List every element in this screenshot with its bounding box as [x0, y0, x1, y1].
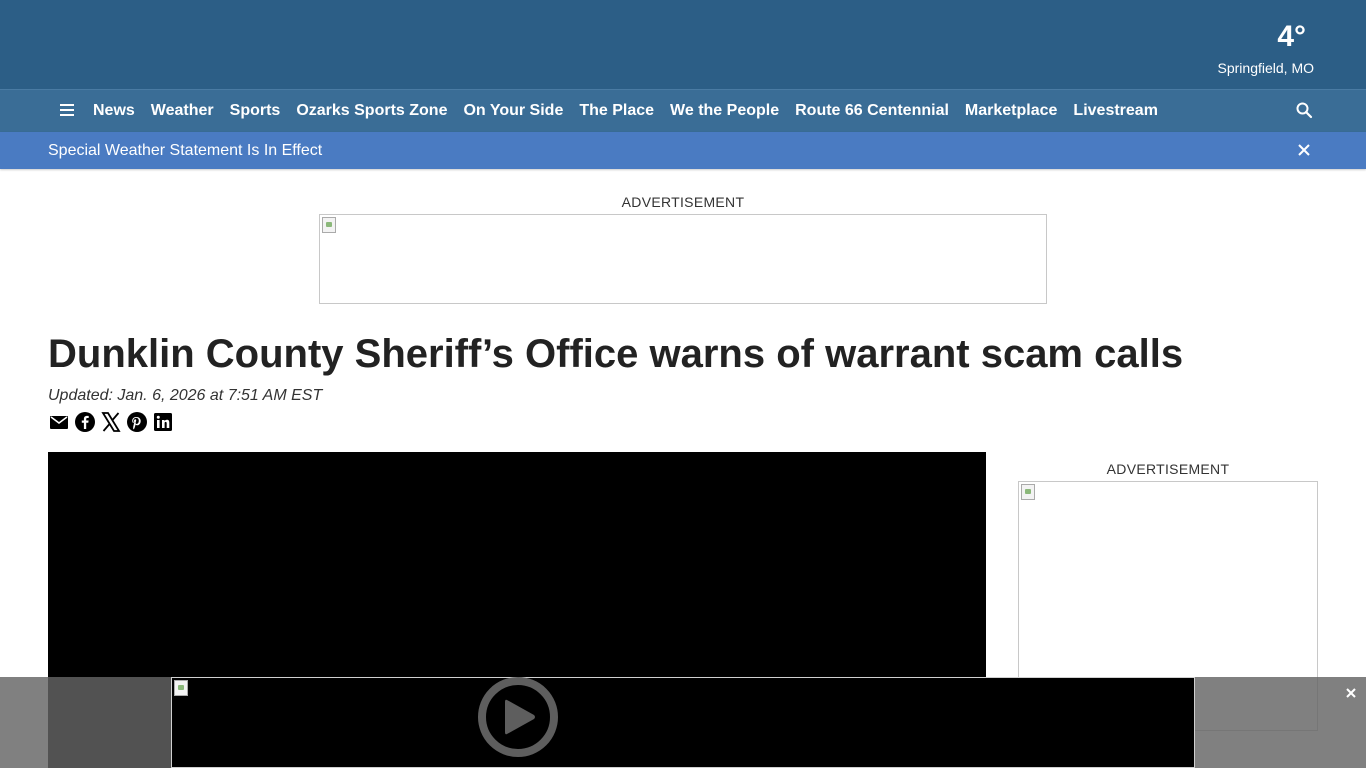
weather-location: Springfield, MO: [1217, 60, 1314, 76]
nav-item-livestream[interactable]: Livestream: [1065, 90, 1166, 132]
broken-image-icon: [1021, 484, 1035, 500]
nav-item-we-the-people[interactable]: We the People: [662, 90, 787, 132]
nav-item-ozarks-sports-zone[interactable]: Ozarks Sports Zone: [288, 90, 455, 132]
nav-items: News Weather Sports Ozarks Sports Zone O…: [85, 90, 1166, 132]
top-ad-slot[interactable]: [319, 214, 1047, 304]
weather-alert-bar[interactable]: Special Weather Statement Is In Effect: [0, 132, 1366, 169]
weather-temperature: 4°: [1277, 20, 1306, 53]
nav-item-sports[interactable]: Sports: [222, 90, 289, 132]
article-headline: Dunklin County Sheriff’s Office warns of…: [48, 332, 1184, 376]
x-icon[interactable]: [100, 411, 122, 433]
play-icon[interactable]: [477, 676, 559, 758]
nav-item-news[interactable]: News: [85, 90, 143, 132]
hamburger-icon[interactable]: [58, 101, 76, 119]
sticky-video-overlay: [0, 677, 1366, 768]
article-updated-timestamp: Updated: Jan. 6, 2026 at 7:51 AM EST: [48, 387, 323, 404]
share-buttons: [48, 411, 174, 433]
close-icon[interactable]: [1344, 686, 1358, 700]
pinterest-icon[interactable]: [126, 411, 148, 433]
advertisement-label: ADVERTISEMENT: [621, 194, 745, 210]
email-icon[interactable]: [48, 411, 70, 433]
site-header: 4° Springfield, MO: [0, 0, 1366, 89]
main-navigation: News Weather Sports Ozarks Sports Zone O…: [0, 89, 1366, 132]
close-icon[interactable]: [1296, 142, 1312, 158]
search-icon[interactable]: [1295, 101, 1313, 119]
nav-item-the-place[interactable]: The Place: [571, 90, 662, 132]
nav-item-weather[interactable]: Weather: [143, 90, 222, 132]
alert-text[interactable]: Special Weather Statement Is In Effect: [48, 132, 322, 169]
facebook-icon[interactable]: [74, 411, 96, 433]
nav-item-on-your-side[interactable]: On Your Side: [455, 90, 571, 132]
advertisement-label: ADVERTISEMENT: [1106, 461, 1230, 477]
nav-item-route-66-centennial[interactable]: Route 66 Centennial: [787, 90, 957, 132]
broken-image-icon: [322, 217, 336, 233]
sticky-video-ad[interactable]: [171, 677, 1195, 768]
linkedin-icon[interactable]: [152, 411, 174, 433]
weather-widget[interactable]: 4° Springfield, MO: [1218, 20, 1314, 78]
broken-image-icon: [174, 680, 188, 696]
nav-item-marketplace[interactable]: Marketplace: [957, 90, 1066, 132]
